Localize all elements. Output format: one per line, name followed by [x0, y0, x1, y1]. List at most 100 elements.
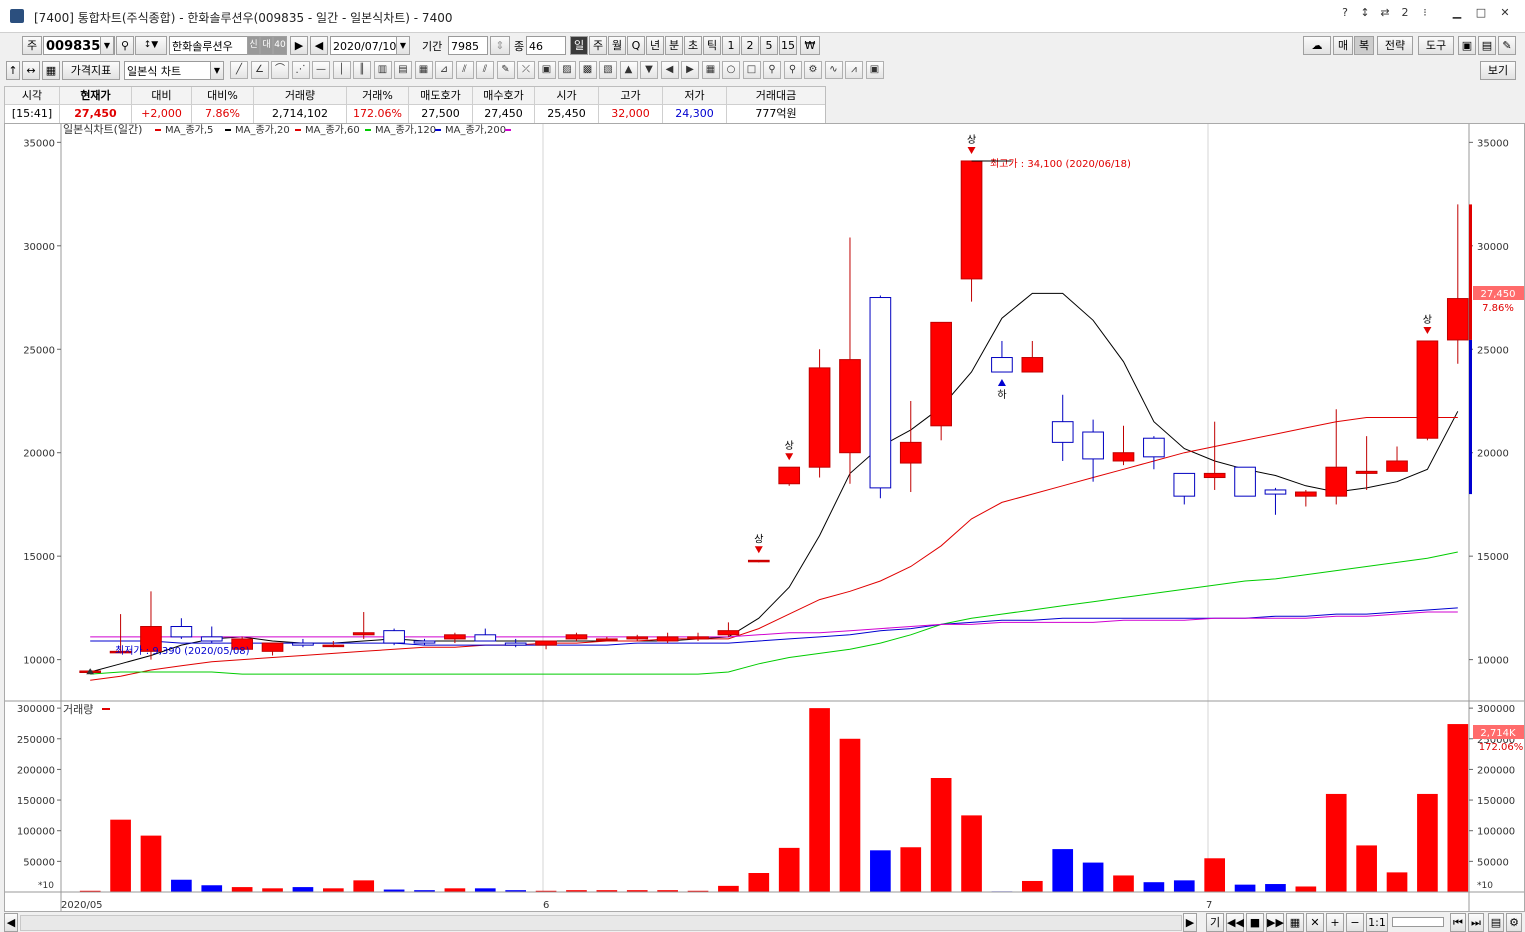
folder-icon[interactable]: ▣ — [1458, 36, 1476, 55]
screen-number[interactable]: 2 — [1395, 5, 1415, 21]
interval-second[interactable]: 초 — [684, 36, 702, 55]
tool-circle-icon[interactable]: ○ — [722, 61, 740, 79]
cloud-icon[interactable]: ☁ — [1303, 36, 1331, 55]
stop-icon[interactable]: ■ — [1246, 913, 1264, 932]
close-icon[interactable]: ✕ — [1495, 5, 1515, 21]
config-icon[interactable]: ▤ — [1488, 913, 1504, 932]
wrench-icon[interactable]: ✎ — [1498, 36, 1516, 55]
last-page-icon[interactable]: ⏭ — [1468, 913, 1484, 932]
tool-picture-icon[interactable]: ▣ — [865, 61, 884, 79]
candlestick-chart[interactable]: 10000 10000 15000 15000 20000 20000 25000 25000… — [5, 122, 1524, 911]
chart-panel[interactable]: 10000 10000 15000 15000 20000 20000 25000 25000… — [4, 122, 1525, 912]
interval-15[interactable]: 15 — [779, 36, 797, 55]
interval-1[interactable]: 1 — [722, 36, 740, 55]
tool-angle-icon[interactable]: ∠ — [250, 61, 269, 79]
next-arrow-icon[interactable]: ▶ — [290, 36, 308, 55]
interval-2[interactable]: 2 — [741, 36, 759, 55]
tool-grid-icon[interactable]: ▦ — [414, 61, 433, 79]
tool-parallel-icon[interactable]: ⫽ — [455, 61, 474, 79]
interval-year[interactable]: 년 — [646, 36, 664, 55]
tool-fan-icon[interactable]: ⋰ — [291, 61, 310, 79]
tool-arrow-down-icon[interactable]: ▼ — [640, 61, 658, 79]
strategy-button[interactable]: 전략 — [1377, 36, 1413, 55]
tool-bars-icon[interactable]: ▥ — [373, 61, 392, 79]
zoom-ratio-button[interactable]: 1:1 — [1366, 913, 1388, 932]
view-button[interactable]: 보기 — [1480, 61, 1516, 80]
tool-triangle-icon[interactable]: ⊿ — [435, 61, 453, 79]
tool-color-icon[interactable]: ▣ — [537, 61, 556, 79]
period-input[interactable]: 7985 — [448, 36, 488, 55]
tool-channel-icon[interactable]: ║ — [353, 61, 371, 79]
interval-quarter[interactable]: Q — [627, 36, 645, 55]
tool-parallel-2-icon[interactable]: ⫽ — [476, 61, 494, 79]
tool-pencil-icon[interactable]: ✎ — [496, 61, 515, 79]
tool-arrow-left-icon[interactable]: ◀ — [660, 61, 679, 79]
tool-pattern-icon[interactable]: ▩ — [578, 61, 597, 79]
prev-arrow-icon[interactable]: ◀ — [310, 36, 328, 55]
tool-zoom-icon[interactable]: ⚲ — [763, 61, 781, 79]
link-icon[interactable]: ⇄ — [1375, 5, 1395, 21]
save-icon[interactable]: ▤ — [1478, 36, 1496, 55]
minimize-icon[interactable]: ▁ — [1447, 5, 1467, 21]
zoom-slider[interactable] — [1392, 917, 1444, 927]
cross-icon[interactable]: ✕ — [1306, 913, 1324, 932]
trade-button[interactable]: 매 — [1333, 36, 1353, 55]
tool-square-icon[interactable]: □ — [742, 61, 761, 79]
search-icon[interactable]: ⚲ — [116, 36, 134, 55]
interval-minute[interactable]: 분 — [665, 36, 683, 55]
interval-week[interactable]: 주 — [589, 36, 607, 55]
first-page-icon[interactable]: ⏮ — [1450, 913, 1466, 932]
tool-vline-icon[interactable]: │ — [332, 61, 351, 79]
tool-note-icon[interactable]: ▦ — [701, 61, 720, 79]
interval-day[interactable]: 일 — [570, 36, 588, 55]
market-button[interactable]: 주 — [22, 36, 42, 55]
tool-zoom-select-icon[interactable]: ⚲ — [783, 61, 802, 79]
help-icon[interactable]: ? — [1335, 5, 1355, 21]
chart-type-select[interactable]: 일본식 차트 — [124, 61, 224, 80]
tool-shade-icon[interactable]: ▧ — [599, 61, 617, 79]
sort-dropdown[interactable]: ↕▼ — [135, 36, 167, 55]
volume-bar — [1052, 849, 1074, 892]
settings-icon[interactable]: ⚙ — [1506, 913, 1522, 932]
window-title: [7400] 통합차트(주식종합) - 한화솔루션우(009835 - 일간 -… — [34, 11, 453, 25]
tool-magic-icon[interactable]: ⚙ — [804, 61, 822, 79]
tool-arrow-right-icon[interactable]: ▶ — [681, 61, 699, 79]
tool-grid-lines-icon[interactable]: ▤ — [394, 61, 412, 79]
tool-arc-icon[interactable]: ⌒ — [271, 61, 289, 79]
tool-hline-icon[interactable]: — — [312, 61, 330, 79]
interval-month[interactable]: 월 — [608, 36, 626, 55]
up-arrow-icon[interactable]: ↑ — [6, 61, 20, 80]
maximize-icon[interactable]: □ — [1471, 5, 1491, 21]
grid-icon[interactable]: ▦ — [42, 61, 60, 80]
date-dropdown-icon[interactable]: ▼ — [396, 36, 410, 55]
expand-icon[interactable]: ↔ — [22, 61, 40, 80]
rewind-icon[interactable]: ◀◀ — [1226, 913, 1244, 932]
count-input[interactable]: 46 — [526, 36, 566, 55]
code-dropdown-icon[interactable]: ▼ — [100, 36, 114, 55]
scroll-right-icon[interactable]: ▶ — [1183, 913, 1197, 932]
tool-fill-icon[interactable]: ▨ — [558, 61, 576, 79]
chart-type-dropdown-icon[interactable]: ▼ — [210, 61, 224, 80]
scroll-left-icon[interactable]: ◀ — [4, 913, 18, 932]
indicator-button[interactable]: 가격지표 — [62, 61, 120, 80]
period-spin-icon[interactable]: ⇕ — [490, 36, 510, 55]
table-icon[interactable]: ▦ — [1286, 913, 1304, 932]
tool-wave-2-icon[interactable]: ⩘ — [845, 61, 863, 79]
tool-eraser-icon[interactable]: ⤫ — [517, 61, 535, 79]
tool-wave-icon[interactable]: ∿ — [824, 61, 843, 79]
zoom-out-icon[interactable]: − — [1346, 913, 1364, 932]
resize-icon[interactable]: ↕ — [1355, 5, 1375, 21]
base-button[interactable]: 기 — [1206, 913, 1224, 932]
tools-button[interactable]: 도구 — [1418, 36, 1454, 55]
horizontal-scrollbar[interactable] — [20, 915, 1182, 931]
fast-forward-icon[interactable]: ▶▶ — [1266, 913, 1284, 932]
volume-bar — [1173, 880, 1195, 892]
tool-line-icon[interactable]: ╱ — [230, 61, 248, 79]
interval-5[interactable]: 5 — [760, 36, 778, 55]
currency-button[interactable]: ₩ — [800, 36, 820, 55]
tool-arrow-up-icon[interactable]: ▲ — [619, 61, 638, 79]
multi-button[interactable]: 복 — [1354, 36, 1374, 55]
interval-tick[interactable]: 틱 — [703, 36, 721, 55]
zoom-in-icon[interactable]: + — [1326, 913, 1344, 932]
pin-icon[interactable]: ⁝ — [1415, 5, 1435, 21]
